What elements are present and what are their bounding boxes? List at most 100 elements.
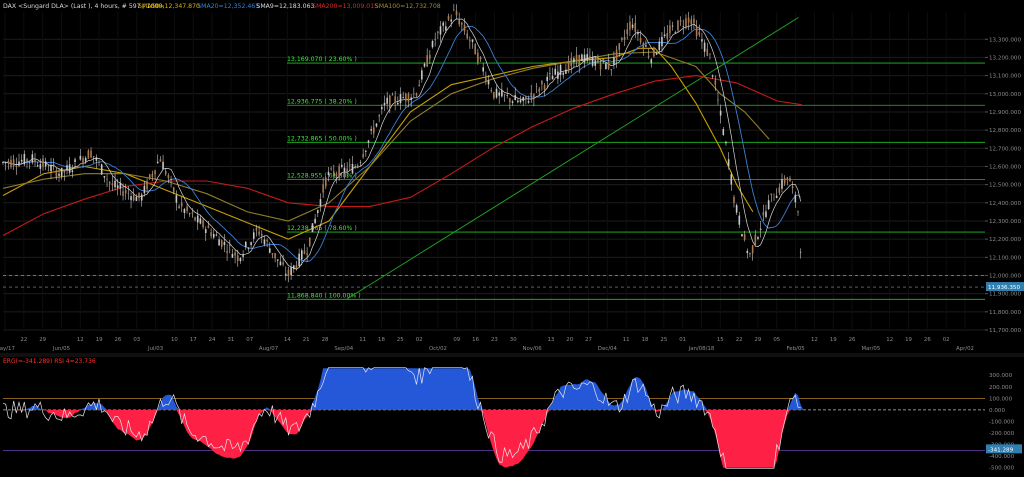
candle-body xyxy=(535,86,538,87)
candle-body xyxy=(290,267,292,276)
candle-body xyxy=(15,165,18,167)
candle-body xyxy=(346,168,348,172)
x-tick-label: 29 xyxy=(39,337,46,343)
candle-body xyxy=(495,88,498,98)
candle-body xyxy=(778,187,781,193)
candle-body xyxy=(453,9,455,11)
candle-body xyxy=(239,258,242,262)
candle-body xyxy=(143,185,146,194)
x-tick-label: 19 xyxy=(830,337,837,343)
candle-body xyxy=(268,248,271,253)
candle-body xyxy=(554,68,557,75)
y-tick-label: 12,800.000 xyxy=(989,128,1021,134)
candle-body xyxy=(514,95,517,101)
osc-tick-label: 300.000 xyxy=(989,373,1013,379)
y-tick-label: 13,100.000 xyxy=(989,74,1021,80)
candle-body xyxy=(119,183,122,189)
candle-body xyxy=(322,184,324,193)
candle-body xyxy=(367,140,370,143)
candle-body xyxy=(538,88,541,92)
y-tick-label: 12,400.000 xyxy=(989,201,1021,207)
candle-body xyxy=(55,170,58,178)
candle-body xyxy=(303,250,306,254)
candle-body xyxy=(663,34,666,37)
candle-body xyxy=(124,189,127,194)
x-tick-label: Feb/05 xyxy=(786,346,804,352)
candle-body xyxy=(719,110,722,116)
indicator-label: SMA9=12,183.063 xyxy=(256,3,314,10)
candle-body xyxy=(482,67,484,72)
candle-body xyxy=(573,58,575,63)
candle-body xyxy=(722,129,725,135)
candle-body xyxy=(557,71,559,79)
x-tick-label: 02 xyxy=(943,337,950,343)
candle-body xyxy=(725,141,727,144)
candle-body xyxy=(39,164,42,169)
candle-body xyxy=(658,41,661,51)
candle-body xyxy=(530,92,533,96)
osc-tick-label: -200.000 xyxy=(989,431,1015,437)
candle-body xyxy=(212,233,215,238)
y-tick-label: 13,200.000 xyxy=(989,55,1021,61)
candle-body xyxy=(306,253,308,255)
candle-body xyxy=(533,94,535,99)
candle-body xyxy=(156,161,159,164)
panel-separator[interactable] xyxy=(0,353,1024,357)
candle-body xyxy=(159,159,162,162)
chart-stage: DAX <Sungard DLA> (Last ), 4 hours, # 59… xyxy=(0,0,1024,477)
candle-body xyxy=(68,164,71,173)
candle-body xyxy=(327,171,330,176)
candle-body xyxy=(196,215,199,223)
candle-body xyxy=(146,180,148,190)
candle-body xyxy=(421,70,423,80)
candle-body xyxy=(607,61,610,69)
y-tick-label: 12,700.000 xyxy=(989,146,1021,152)
candle-body xyxy=(90,150,92,158)
candle-body xyxy=(445,26,447,31)
candle-body xyxy=(423,63,426,67)
candle-body xyxy=(260,233,263,237)
candle-body xyxy=(44,161,47,167)
candle-body xyxy=(218,239,220,246)
candle-body xyxy=(74,159,76,162)
candle-body xyxy=(31,154,34,163)
x-tick-label: 30 xyxy=(510,337,517,343)
candle-body xyxy=(610,68,613,71)
candle-body xyxy=(407,93,410,103)
candle-body xyxy=(695,26,698,37)
x-tick-label: 16 xyxy=(472,337,479,343)
candle-body xyxy=(735,205,738,213)
candle-body xyxy=(76,166,79,168)
candle-body xyxy=(172,187,175,193)
candle-body xyxy=(282,262,284,265)
candle-body xyxy=(357,165,359,167)
candle-body xyxy=(589,55,591,57)
candle-body xyxy=(343,167,346,173)
candle-body xyxy=(202,220,204,228)
candle-body xyxy=(164,170,167,175)
indicator-label: SMA200=13,009.015 xyxy=(312,3,378,10)
candle-body xyxy=(413,93,415,95)
candle-body xyxy=(111,183,114,186)
indicator-label: SMA100=12,732.708 xyxy=(375,3,441,10)
x-tick-label: 11 xyxy=(359,337,366,343)
candle-body xyxy=(469,40,471,42)
x-tick-label: 27 xyxy=(585,337,592,343)
candle-body xyxy=(522,97,525,101)
candle-body xyxy=(242,254,244,257)
x-tick-label: Oct/02 xyxy=(429,346,447,352)
candle-body xyxy=(276,259,279,261)
y-tick-label: 13,300.000 xyxy=(989,37,1021,43)
x-tick-label: Nov/06 xyxy=(522,346,542,352)
candle-body xyxy=(405,93,407,102)
fib-level-label: 12,732.865 ( 50.00% ) xyxy=(287,135,357,142)
x-tick-label: 03 xyxy=(133,337,140,343)
osc-tick-label: 200.000 xyxy=(989,385,1013,391)
candle-body xyxy=(52,164,55,166)
candle-body xyxy=(92,156,95,157)
candle-body xyxy=(114,180,116,188)
candle-body xyxy=(207,225,210,228)
candle-body xyxy=(47,170,50,171)
candle-body xyxy=(383,102,386,106)
candle-body xyxy=(194,217,196,221)
